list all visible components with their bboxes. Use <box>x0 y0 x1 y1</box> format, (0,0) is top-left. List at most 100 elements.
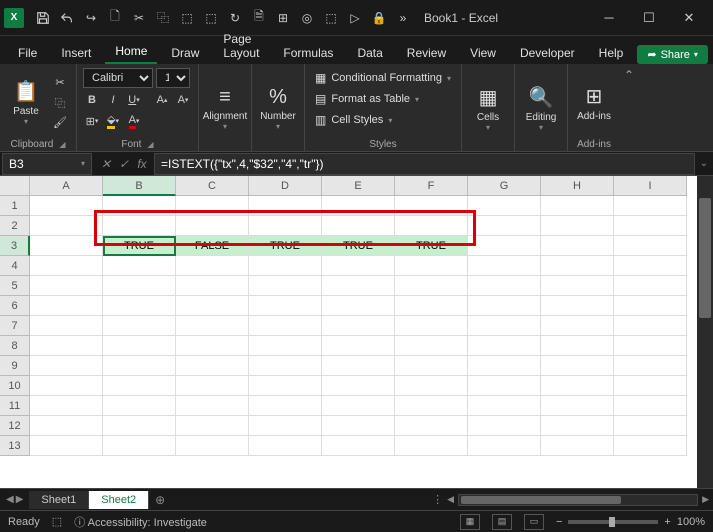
cell-D3[interactable]: TRUE <box>249 236 322 256</box>
qat-lock-icon[interactable]: 🔒 <box>368 7 390 29</box>
row-10[interactable]: 10 <box>0 376 30 396</box>
italic-button[interactable]: I <box>104 91 122 109</box>
format-as-table-button[interactable]: ▤Format as Table▾ <box>311 89 455 109</box>
row-13[interactable]: 13 <box>0 436 30 456</box>
tab-formulas[interactable]: Formulas <box>273 42 343 64</box>
row-5[interactable]: 5 <box>0 276 30 296</box>
maximize-button[interactable]: ☐ <box>629 4 669 32</box>
qat-cut-icon[interactable]: ✂ <box>128 7 150 29</box>
alignment-button[interactable]: ≡ Alignment ▾ <box>205 68 245 148</box>
hscroll-left[interactable]: ◀ <box>447 494 454 505</box>
tab-data[interactable]: Data <box>347 42 392 64</box>
shrink-font-button[interactable]: A▾ <box>174 91 192 109</box>
qat-copy-icon[interactable]: ⿻ <box>152 7 174 29</box>
col-I[interactable]: I <box>614 176 687 196</box>
zoom-out-button[interactable]: − <box>556 516 562 528</box>
qat-sort-desc-icon[interactable]: ⬚ <box>200 7 222 29</box>
redo-icon[interactable]: ↪ <box>80 7 102 29</box>
paste-button[interactable]: 📋 Paste ▾ <box>6 68 46 137</box>
font-launcher[interactable]: ◢ <box>147 140 153 149</box>
zoom-slider[interactable] <box>568 520 658 524</box>
col-A[interactable]: A <box>30 176 103 196</box>
row-11[interactable]: 11 <box>0 396 30 416</box>
row-3[interactable]: 3 <box>0 236 30 256</box>
qat-redo2-icon[interactable]: ↻ <box>224 7 246 29</box>
enter-formula-icon[interactable]: ✓ <box>116 157 132 171</box>
cell-C3[interactable]: FALSE <box>176 236 249 256</box>
qat-8-icon[interactable]: ◎ <box>296 7 318 29</box>
page-break-view-button[interactable]: ▭ <box>524 514 544 530</box>
qat-new-icon[interactable]: 🗋 <box>104 7 126 29</box>
row-4[interactable]: 4 <box>0 256 30 276</box>
font-size-select[interactable]: 14 <box>156 68 190 88</box>
font-color-button[interactable]: A▾ <box>125 112 143 130</box>
tab-draw[interactable]: Draw <box>161 42 209 64</box>
row-6[interactable]: 6 <box>0 296 30 316</box>
borders-button[interactable]: ⊞▾ <box>83 112 101 130</box>
new-sheet-button[interactable]: ⊕ <box>149 493 171 507</box>
cells-button[interactable]: ▦ Cells ▾ <box>468 68 508 148</box>
sheet-nav-prev[interactable]: ◀ <box>6 494 14 505</box>
tab-file[interactable]: File <box>8 42 47 64</box>
row-9[interactable]: 9 <box>0 356 30 376</box>
formula-input[interactable]: =ISTEXT({"tx",4,"$32","4","tr"}) <box>154 153 695 175</box>
vertical-scrollbar[interactable] <box>697 176 713 488</box>
tab-review[interactable]: Review <box>397 42 456 64</box>
row-2[interactable]: 2 <box>0 216 30 236</box>
select-all-corner[interactable] <box>0 176 30 196</box>
cell-F3[interactable]: TRUE <box>395 236 468 256</box>
tab-insert[interactable]: Insert <box>51 42 101 64</box>
tab-home[interactable]: Home <box>105 40 157 64</box>
row-1[interactable]: 1 <box>0 196 30 216</box>
copy-icon[interactable]: ⿻ <box>50 94 70 112</box>
col-D[interactable]: D <box>249 176 322 196</box>
vscroll-thumb[interactable] <box>699 198 711 318</box>
number-button[interactable]: % Number ▾ <box>258 68 298 148</box>
page-layout-view-button[interactable]: ▤ <box>492 514 512 530</box>
sheet-nav-next[interactable]: ▶ <box>16 494 24 505</box>
tab-page-layout[interactable]: Page Layout <box>213 28 269 64</box>
hscroll-thumb[interactable] <box>461 496 621 504</box>
underline-button[interactable]: U▾ <box>125 91 143 109</box>
accessibility-status[interactable]: ⓘ Accessibility: Investigate <box>74 514 207 530</box>
qat-7-icon[interactable]: ⊞ <box>272 7 294 29</box>
col-C[interactable]: C <box>176 176 249 196</box>
grow-font-button[interactable]: A▴ <box>153 91 171 109</box>
qat-9-icon[interactable]: ⬚ <box>320 7 342 29</box>
qat-6-icon[interactable]: 🗎 <box>248 7 270 29</box>
zoom-level[interactable]: 100% <box>677 516 705 528</box>
zoom-in-button[interactable]: + <box>664 516 670 528</box>
horizontal-scrollbar[interactable] <box>458 494 698 506</box>
cell-styles-button[interactable]: ▥Cell Styles▾ <box>311 110 455 130</box>
cell-B3[interactable]: TRUE <box>103 236 176 256</box>
undo-icon[interactable] <box>56 7 78 29</box>
conditional-formatting-button[interactable]: ▦Conditional Formatting▾ <box>311 68 455 88</box>
col-E[interactable]: E <box>322 176 395 196</box>
minimize-button[interactable]: ─ <box>589 4 629 32</box>
font-name-select[interactable]: Calibri <box>83 68 153 88</box>
col-B[interactable]: B <box>103 176 176 196</box>
cell-A3[interactable] <box>30 236 103 256</box>
hscroll-right[interactable]: ▶ <box>702 494 709 505</box>
format-painter-icon[interactable]: 🖌 <box>50 114 70 132</box>
col-G[interactable]: G <box>468 176 541 196</box>
save-icon[interactable] <box>32 7 54 29</box>
share-button[interactable]: ➦Share▾ <box>637 45 708 64</box>
col-F[interactable]: F <box>395 176 468 196</box>
zoom-thumb[interactable] <box>609 517 615 527</box>
tab-developer[interactable]: Developer <box>510 42 585 64</box>
sheet-tab-1[interactable]: Sheet1 <box>29 491 89 509</box>
cell-E3[interactable]: TRUE <box>322 236 395 256</box>
editing-button[interactable]: 🔍 Editing ▾ <box>521 68 561 148</box>
clipboard-launcher[interactable]: ◢ <box>59 140 65 149</box>
macro-record-icon[interactable]: ⬚ <box>52 515 62 528</box>
row-12[interactable]: 12 <box>0 416 30 436</box>
collapse-ribbon-button[interactable]: ⌃ <box>620 64 638 151</box>
close-button[interactable]: ✕ <box>669 4 709 32</box>
qat-sort-asc-icon[interactable]: ⬚ <box>176 7 198 29</box>
qat-10-icon[interactable]: ▷ <box>344 7 366 29</box>
row-7[interactable]: 7 <box>0 316 30 336</box>
sheet-tab-2[interactable]: Sheet2 <box>89 491 149 509</box>
col-H[interactable]: H <box>541 176 614 196</box>
cancel-formula-icon[interactable]: ✕ <box>98 157 114 171</box>
